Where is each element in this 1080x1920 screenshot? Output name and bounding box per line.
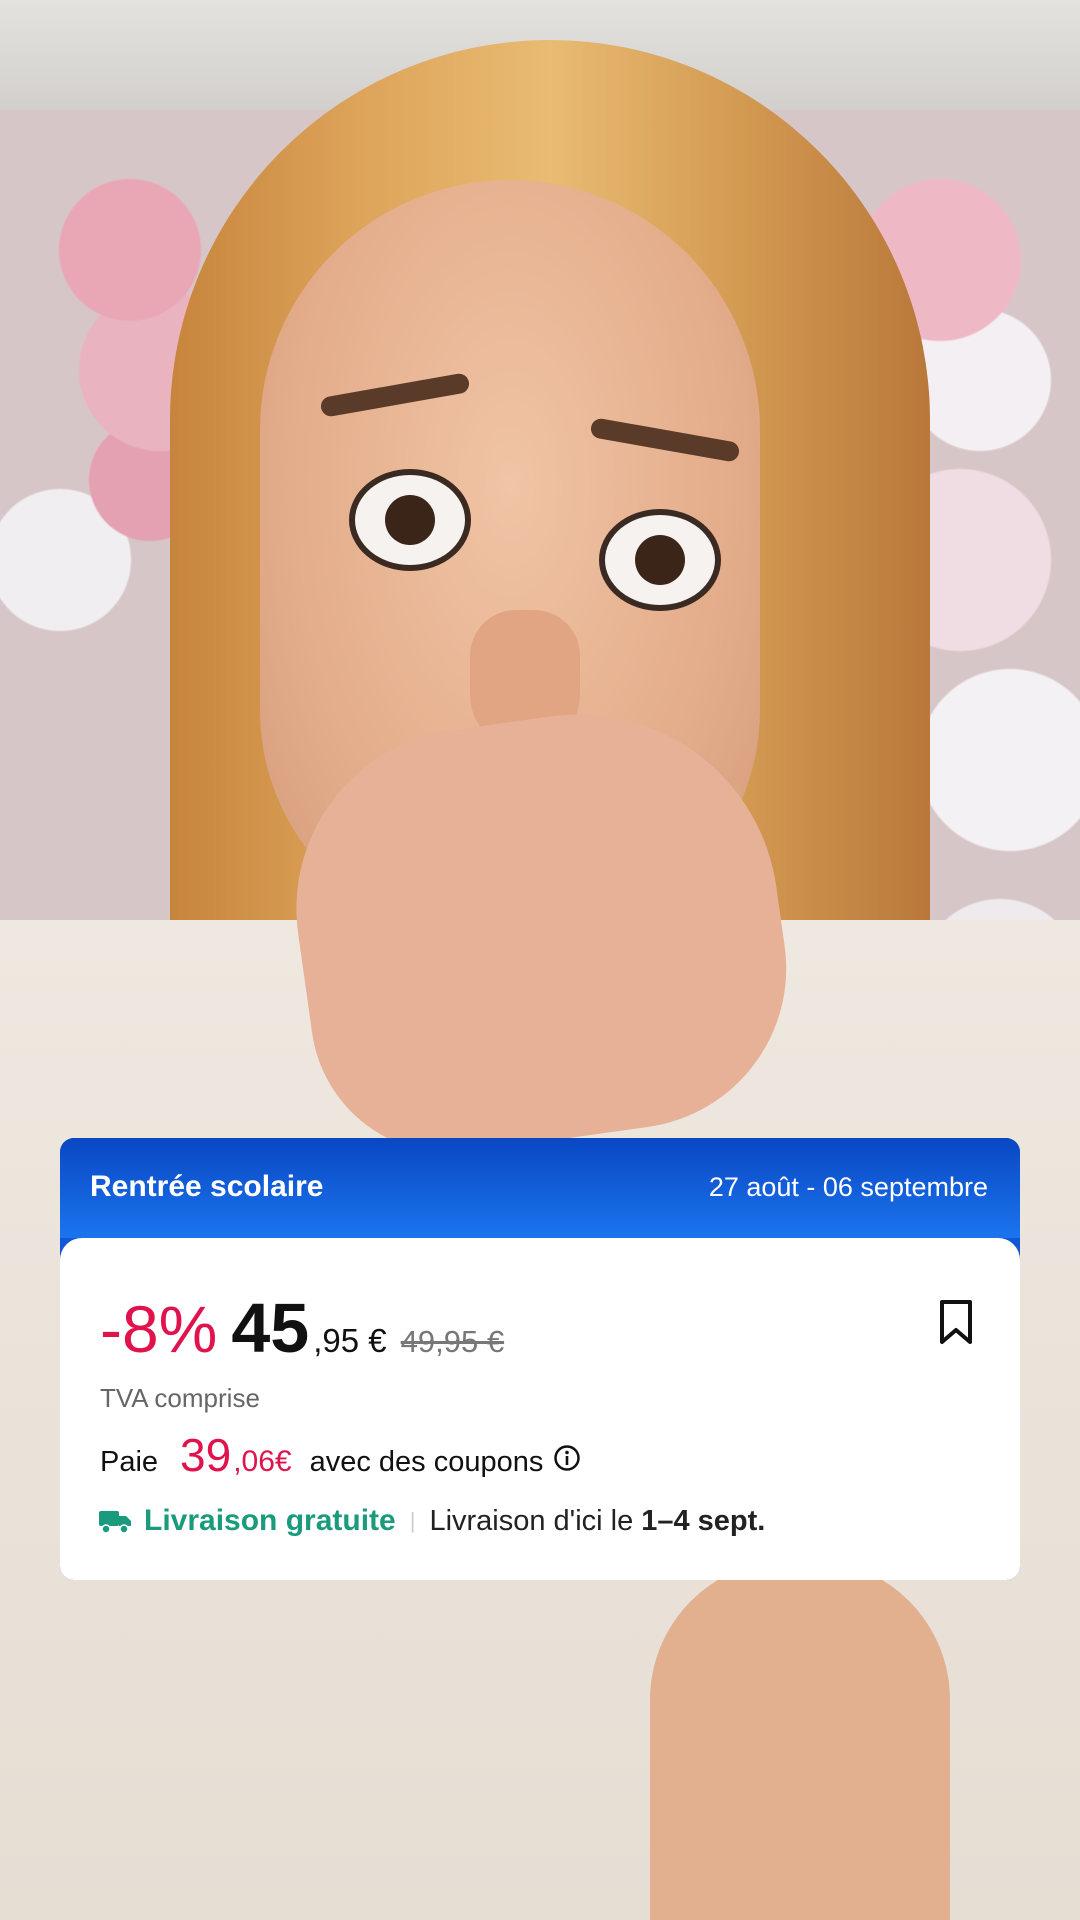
info-icon[interactable] <box>553 1444 581 1472</box>
price-decimal: ,95 € <box>313 1322 387 1359</box>
shipping-separator: | <box>409 1508 416 1533</box>
product-price-card[interactable]: Rentrée scolaire 27 août - 06 septembre … <box>60 1138 1020 1580</box>
coupon-suffix: avec des coupons <box>309 1446 544 1478</box>
bookmark-icon[interactable] <box>938 1298 974 1346</box>
coupon-price-decimal: ,06€ <box>233 1445 292 1478</box>
delivery-dates: 1–4 sept. <box>641 1504 766 1537</box>
shipping-row: Livraison gratuite | Livraison d'ici le … <box>98 1496 765 1546</box>
right-eye <box>605 515 715 605</box>
price-integer: 45 <box>231 1289 310 1367</box>
price-row: -8% 45 ,95 € 49,95 € <box>100 1288 504 1368</box>
coupon-price-integer: 39 <box>180 1429 232 1481</box>
price-details: -8% 45 ,95 € 49,95 € TVA comprise Paie 3… <box>60 1238 1020 1580</box>
promo-title: Rentrée scolaire <box>90 1170 324 1203</box>
coupon-row: Paie 39 ,06€ avec des coupons <box>100 1428 581 1488</box>
arm <box>650 1560 950 1920</box>
vat-note: TVA comprise <box>100 1383 260 1413</box>
discount-badge: -8% <box>100 1292 218 1366</box>
delivery-prefix: Livraison d'ici le <box>429 1504 634 1537</box>
coupon-prefix: Paie <box>100 1446 159 1478</box>
promo-banner: Rentrée scolaire 27 août - 06 septembre <box>60 1138 1020 1238</box>
promo-dates: 27 août - 06 septembre <box>708 1172 988 1202</box>
background-photo <box>0 0 1080 1920</box>
left-eye <box>355 475 465 565</box>
truck-icon <box>99 1511 131 1534</box>
original-price: 49,95 € <box>400 1324 505 1359</box>
free-shipping-label: Livraison gratuite <box>144 1504 396 1537</box>
